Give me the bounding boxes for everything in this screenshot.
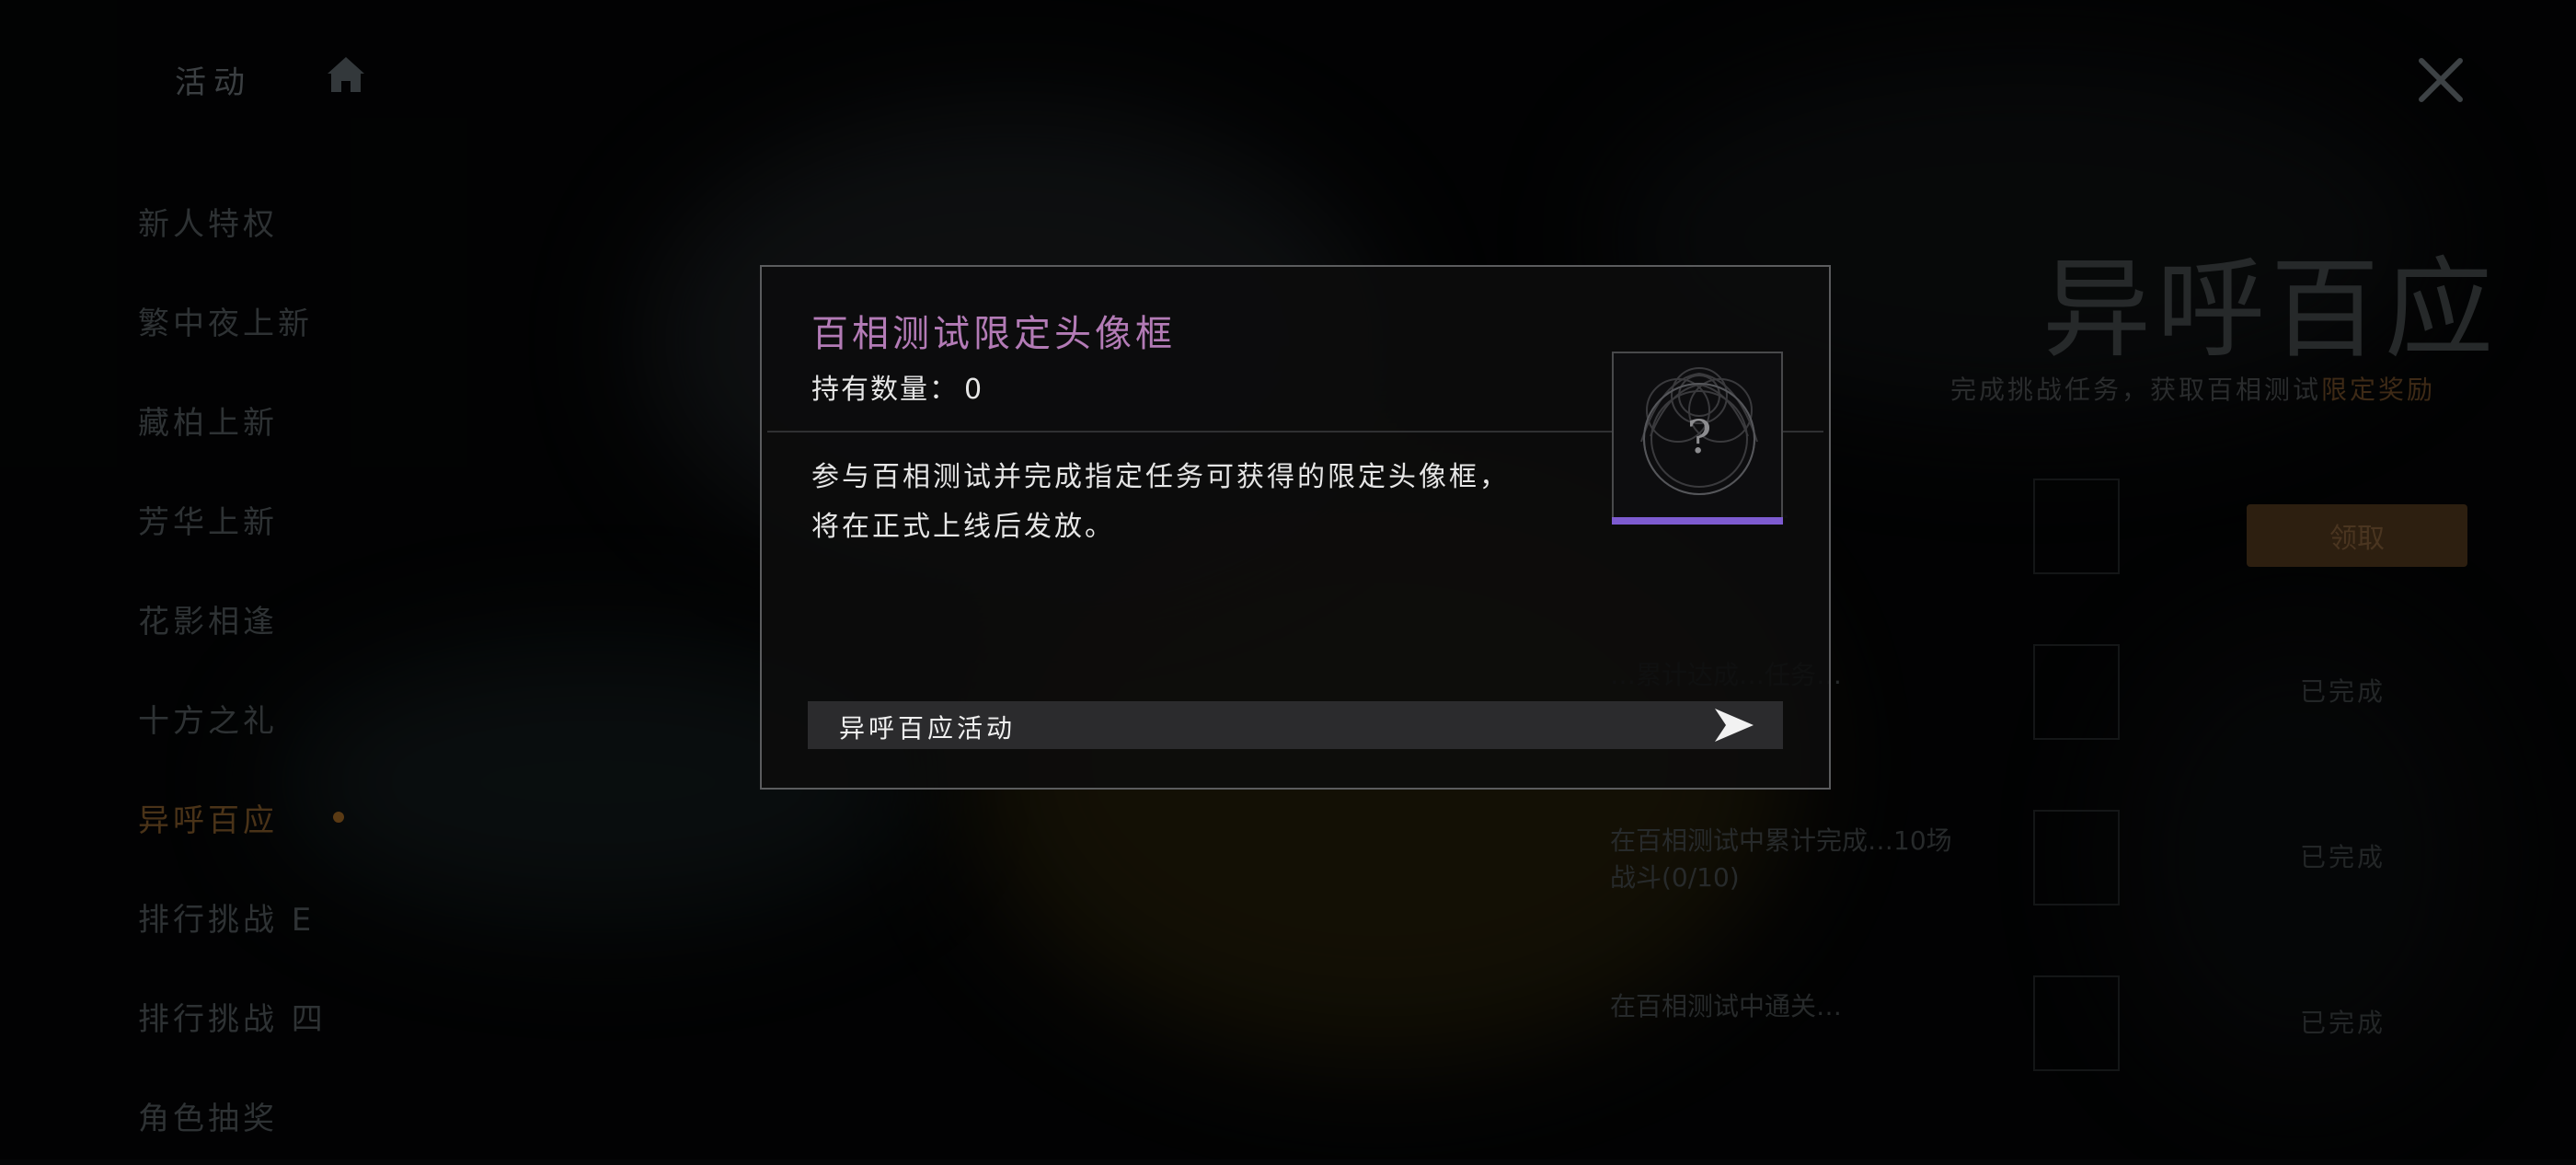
question-mark-avatar-frame-icon: ? <box>1640 367 1758 495</box>
svg-text:?: ? <box>1687 410 1712 464</box>
rarity-bar <box>1612 517 1783 525</box>
sidebar: 新人特权 繁中夜上新 藏柏上新 芳华上新 花影相逢 十方之礼 异呼百应 排行挑战… <box>138 171 598 1165</box>
task-reward-icon[interactable] <box>2033 479 2120 574</box>
sidebar-item-label: 排行挑战 四 <box>138 1000 327 1038</box>
sidebar-item-7[interactable]: 排行挑战 E <box>138 867 598 966</box>
item-detail-modal: 百相测试限定头像框 持有数量： 0 参与百相测试并完成指定任务可获得的限定头像框，… <box>760 265 1831 790</box>
sidebar-item-label: 藏柏上新 <box>138 404 278 442</box>
activity-link-label: 异呼百应活动 <box>839 713 1017 744</box>
quantity-label: 持有数量： <box>811 374 959 406</box>
sidebar-item-3[interactable]: 芳华上新 <box>138 469 598 569</box>
sidebar-item-2[interactable]: 藏柏上新 <box>138 370 598 469</box>
sidebar-item-label: 角色抽奖 <box>138 1100 278 1137</box>
sidebar-item-8[interactable]: 排行挑战 四 <box>138 966 598 1066</box>
description-line: 参与百相测试并完成指定任务可获得的限定头像框， <box>811 461 1510 493</box>
active-indicator-icon <box>333 812 344 823</box>
task-reward-icon[interactable] <box>2033 975 2120 1071</box>
sidebar-item-label: 芳华上新 <box>138 503 278 541</box>
item-title: 百相测试限定头像框 <box>811 313 1176 355</box>
sidebar-item-label: 新人特权 <box>138 205 278 243</box>
task-text: 在百相测试中通关… <box>1610 991 1843 1021</box>
sidebar-item-label: 十方之礼 <box>138 702 278 740</box>
description-line: 将在正式上线后发放。 <box>811 511 1115 543</box>
event-title: 异呼百应 <box>2042 246 2500 373</box>
topbar-title: 活动 <box>175 64 252 101</box>
sidebar-item-label: 排行挑战 E <box>138 901 316 939</box>
item-description: 参与百相测试并完成指定任务可获得的限定头像框， 将在正式上线后发放。 <box>811 453 1529 552</box>
quantity-row: 持有数量： 0 <box>811 366 983 407</box>
sidebar-item-9[interactable]: 角色抽奖 <box>138 1066 598 1165</box>
task-row: 在百相测试中累计完成…10场战斗(0/10) 已完成 <box>1610 810 2456 911</box>
sidebar-item-active[interactable]: 异呼百应 <box>138 767 598 867</box>
arrow-right-icon <box>1715 709 1754 742</box>
sidebar-item-label: 异呼百应 <box>138 802 278 839</box>
avatar-frame-preview: ? <box>1612 352 1783 523</box>
sidebar-item-label: 花影相逢 <box>138 603 278 640</box>
task-status: 已完成 <box>2300 676 2386 707</box>
sidebar-item-newbie[interactable]: 新人特权 <box>138 171 598 271</box>
sidebar-item-label: 繁中夜上新 <box>138 305 313 342</box>
sidebar-item-1[interactable]: 繁中夜上新 <box>138 271 598 370</box>
event-subtitle: 完成挑战任务，获取百相测试限定奖励 <box>1950 375 2436 405</box>
task-text: 在百相测试中累计完成…10场战斗(0/10) <box>1610 825 1952 893</box>
activity-link-button[interactable]: 异呼百应活动 <box>808 701 1783 749</box>
close-icon[interactable] <box>2414 53 2467 107</box>
sidebar-item-4[interactable]: 花影相逢 <box>138 569 598 668</box>
task-status: 已完成 <box>2300 1008 2386 1038</box>
task-reward-icon[interactable] <box>2033 810 2120 905</box>
task-row: 在百相测试中通关… 已完成 <box>1610 975 2456 1077</box>
quantity-value: 0 <box>964 374 984 406</box>
task-reward-icon[interactable] <box>2033 644 2120 740</box>
home-icon[interactable] <box>324 53 368 96</box>
sidebar-item-5[interactable]: 十方之礼 <box>138 668 598 767</box>
event-subtitle-highlight: 限定奖励 <box>2321 375 2436 405</box>
task-status: 已完成 <box>2300 842 2386 872</box>
